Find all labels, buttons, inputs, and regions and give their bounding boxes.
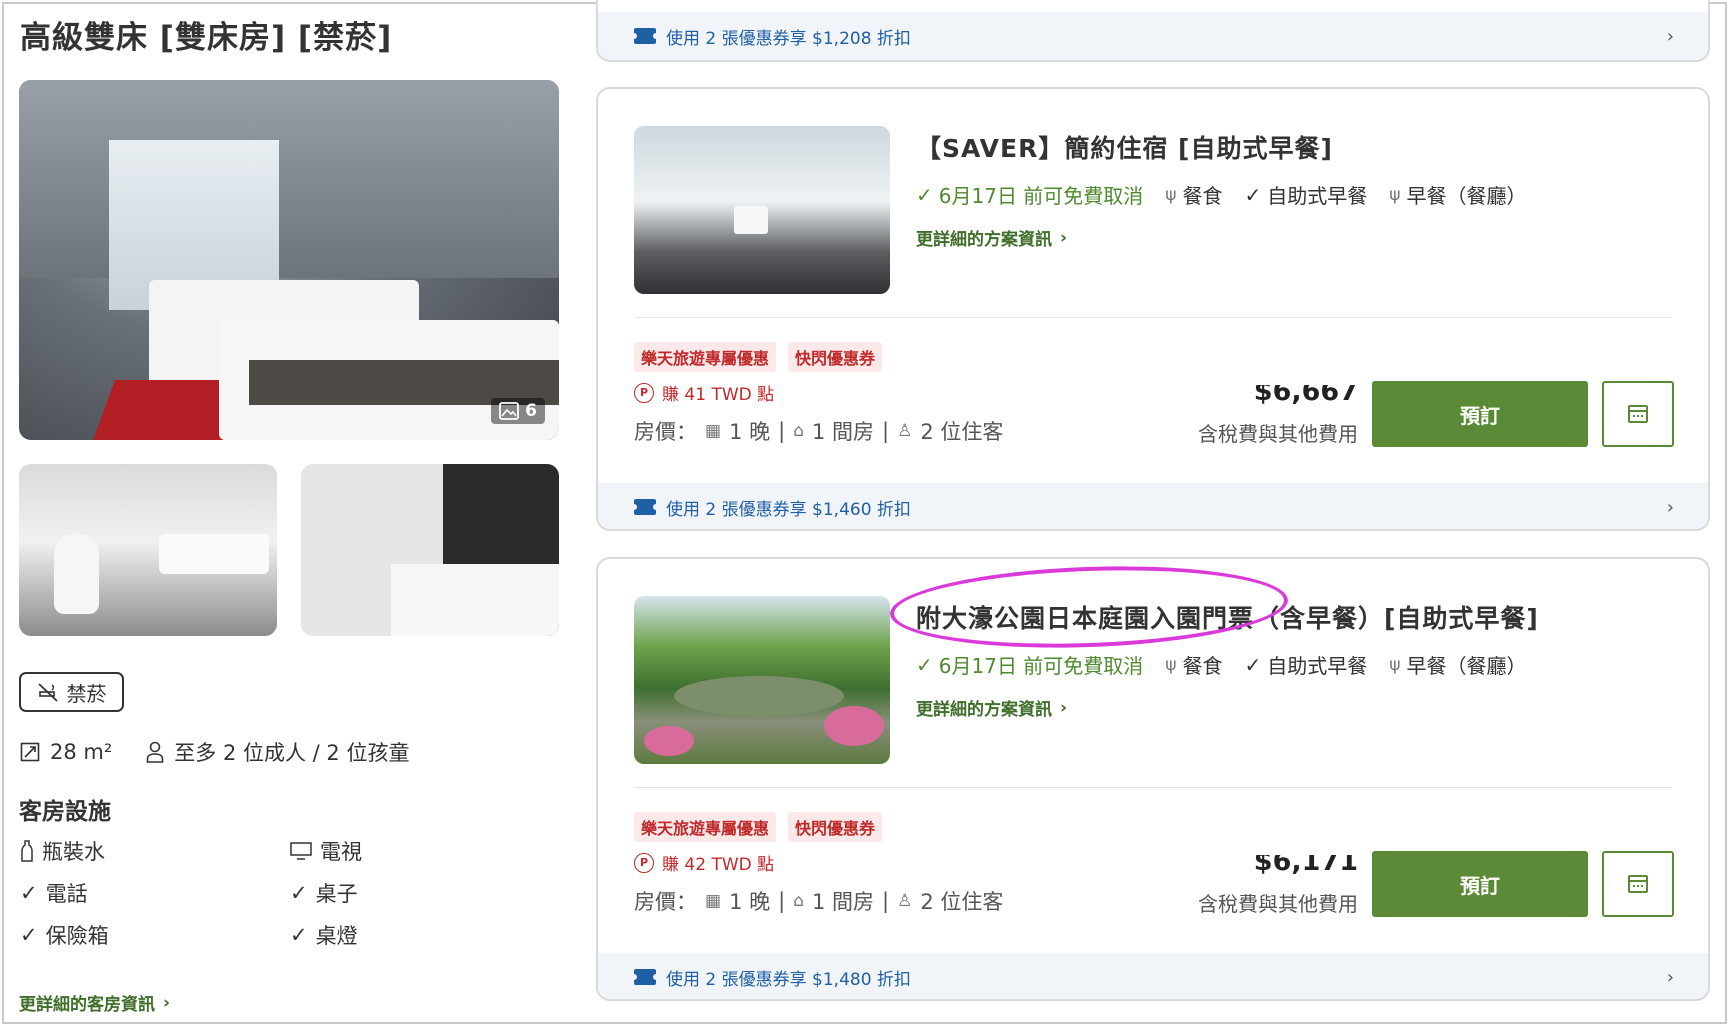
points-earned: P 賺 42 TWD 點 [634,850,774,875]
check-icon [1245,653,1262,677]
no-smoking-label: 禁菸 [66,681,107,706]
calendar-button[interactable] [1602,851,1674,917]
check-icon [916,653,933,677]
free-cancel: 6月17日 前可免費取消 [916,650,1144,679]
calendar-icon: ▦ [705,421,722,441]
check-icon [290,881,308,905]
person-icon [146,741,164,763]
check-icon [290,923,308,947]
divider [634,317,1672,318]
free-cancel: 6月17日 前可免費取消 [916,180,1144,209]
calendar-icon: ▦ [705,891,722,911]
room-title: 高級雙床 [雙床房] [禁菸] [20,20,393,56]
ticket-icon [631,969,659,985]
room-main-photo[interactable]: 6 [19,80,559,440]
person-icon: ♙ [897,421,913,441]
plan-card: 【SAVER】簡約住宿 [自助式早餐] 6月17日 前可免費取消 ψ餐食 自助式… [596,87,1710,531]
divider [634,787,1672,788]
chevron-right-icon: › [1666,967,1674,988]
price-details: 房價： ▦ 1 晚 | ⌂ 1 間房 | ♙ 2 位住客 [634,889,1004,914]
plan-features: 6月17日 前可免費取消 ψ餐食 自助式早餐 ψ早餐（餐廳） [916,180,1527,209]
check-icon [20,923,38,947]
check-icon [1245,183,1262,207]
chevron-right-icon: › [1060,227,1068,248]
meal-feature: ψ 餐食 [1165,654,1223,678]
plan-price: $6,171 [1253,855,1358,875]
no-smoking-icon [37,683,58,702]
exclusive-badge: 樂天旅遊專屬優惠 [634,812,777,842]
plan-price: $6,667 [1253,385,1358,405]
image-icon [499,402,520,420]
ticket-icon [631,499,659,515]
amenity-item: 瓶裝水 [20,836,105,866]
book-button[interactable]: 預訂 [1372,381,1588,447]
tax-note: 含稅費與其他費用 [1198,422,1358,446]
chevron-right-icon: › [1060,697,1068,718]
breakfast-place: ψ 早餐（餐廳） [1389,654,1527,678]
resize-icon [20,742,40,762]
points-icon: P [634,852,654,873]
room-size: 28 m² [50,740,113,764]
plan-features: 6月17日 前可免費取消 ψ餐食 自助式早餐 ψ早餐（餐廳） [916,650,1527,679]
more-room-info-link[interactable]: 更詳細的客房資訊 › [19,990,171,1016]
more-plan-info-link[interactable]: 更詳細的方案資訊 › [916,225,1068,251]
plan-title: 【SAVER】簡約住宿 [自助式早餐] [916,134,1333,163]
breakfast-place: ψ 早餐（餐廳） [1389,184,1527,208]
bed-icon: ⌂ [793,891,804,911]
fork-knife-icon: ψ [1389,184,1401,205]
amenity-item: 桌子 [290,878,358,908]
coupon-bar[interactable]: 使用 2 張優惠券享 $1,460 折扣 › [598,483,1708,529]
plan-badges: 樂天旅遊專屬優惠 快閃優惠券 [634,812,883,842]
more-plan-info-link[interactable]: 更詳細的方案資訊 › [916,695,1068,721]
check-icon [916,183,933,207]
chevron-right-icon: › [163,992,171,1013]
bed-icon: ⌂ [793,421,804,441]
flash-coupon-badge: 快閃優惠券 [788,342,883,372]
tv-icon [290,842,312,860]
tax-note: 含稅費與其他費用 [1198,892,1358,916]
chevron-right-icon: › [1666,497,1674,518]
price-details: 房價： ▦ 1 晚 | ⌂ 1 間房 | ♙ 2 位住客 [634,419,1004,444]
room-occupancy: 至多 2 位成人 / 2 位孩童 [174,741,410,765]
calendar-icon [1628,405,1648,423]
plan-title: 附大濠公園日本庭園入園門票（含早餐）[自助式早餐] [916,604,1539,633]
fork-knife-icon: ψ [1165,654,1177,675]
breakfast-type: 自助式早餐 [1245,650,1367,679]
coupon-bar[interactable]: 使用 2 張優惠券享 $1,480 折扣 › [598,953,1708,999]
amenity-item: 桌燈 [290,920,358,950]
breakfast-type: 自助式早餐 [1245,180,1367,209]
amenity-item: 電視 [290,836,362,866]
fork-knife-icon: ψ [1389,654,1401,675]
exclusive-badge: 樂天旅遊專屬優惠 [634,342,777,372]
flash-coupon-badge: 快閃優惠券 [788,812,883,842]
amenity-item: 保險箱 [20,920,109,950]
photo-count-badge[interactable]: 6 [491,398,545,424]
top-coupon-card: 使用 2 張優惠券享 $1,208 折扣 › [596,0,1710,62]
plan-badges: 樂天旅遊專屬優惠 快閃優惠券 [634,342,883,372]
amenities-title: 客房設施 [19,799,111,825]
calendar-icon [1628,875,1648,893]
meal-feature: ψ 餐食 [1165,184,1223,208]
points-icon: P [634,382,654,403]
check-icon [20,881,38,905]
plan-photo[interactable] [634,126,890,294]
room-shower-photo[interactable] [301,464,559,636]
calendar-button[interactable] [1602,381,1674,447]
fork-knife-icon: ψ [1165,184,1177,205]
bottle-icon [21,840,33,862]
points-earned: P 賺 41 TWD 點 [634,380,774,405]
no-smoking-tag: 禁菸 [19,672,124,712]
photo-count: 6 [525,401,537,421]
amenity-item: 電話 [20,878,88,908]
book-button[interactable]: 預訂 [1372,851,1588,917]
chevron-right-icon: › [1666,26,1674,47]
ticket-icon [631,28,659,44]
person-icon: ♙ [897,891,913,911]
plan-photo[interactable] [634,596,890,764]
room-bathroom-photo[interactable] [19,464,277,636]
plan-card: 附大濠公園日本庭園入園門票（含早餐）[自助式早餐] 6月17日 前可免費取消 ψ… [596,557,1710,1001]
room-meta: 28 m² 至多 2 位成人 / 2 位孩童 [20,737,409,767]
coupon-bar[interactable]: 使用 2 張優惠券享 $1,208 折扣 › [598,12,1708,60]
